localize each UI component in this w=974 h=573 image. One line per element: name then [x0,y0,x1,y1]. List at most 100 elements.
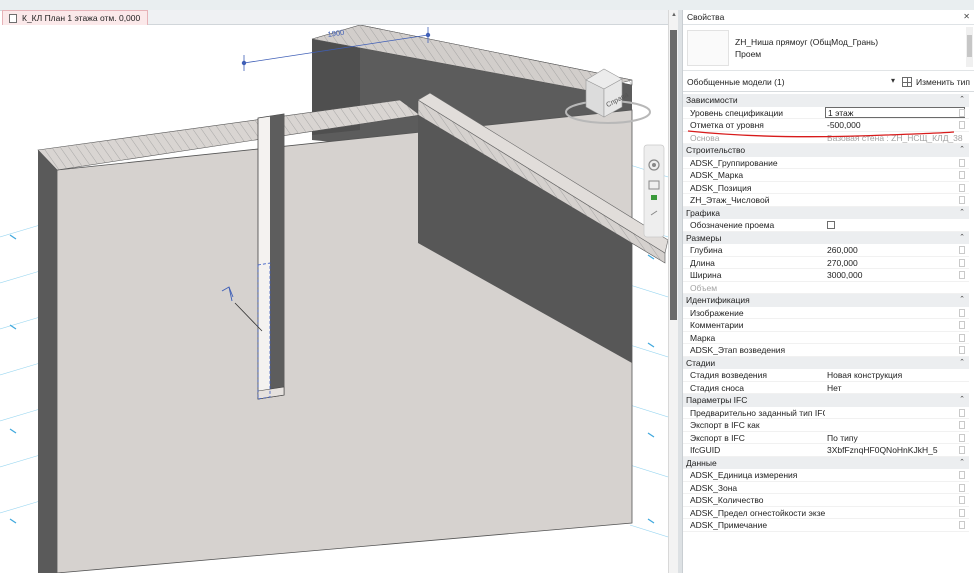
property-row[interactable]: Глубина 260,000 [683,244,969,257]
property-group[interactable]: Размеры ⌃ [683,231,969,245]
3d-model-canvas[interactable]: 1900 Справа [0,25,668,573]
associate-param-button[interactable] [959,308,965,317]
associate-param-button[interactable] [959,496,965,504]
associate-param-button[interactable] [959,246,965,254]
property-row[interactable]: Стадия возведения Новая конструкция [683,369,969,382]
property-row[interactable]: Обозначение проема [683,219,969,232]
property-row[interactable]: ADSK_Количество [683,494,969,507]
property-group[interactable]: Стадии ⌃ [683,356,969,370]
collapse-icon[interactable]: ⌃ [959,457,965,470]
property-group[interactable]: Строительство ⌃ [683,144,969,157]
type-selector[interactable]: ZH_Ниша прямоуг (ОбщМод_Грань) Проем [683,25,974,71]
property-row[interactable]: Стадия сноса Нет [683,382,969,395]
scroll-thumb[interactable] [670,30,677,320]
property-row[interactable]: Изображение [683,307,969,319]
associate-param-button[interactable] [959,196,965,204]
property-value[interactable]: 3XbfFznqHF0QNoHnKJkH_5 [827,444,963,457]
associate-param-button[interactable] [959,346,965,354]
viewport-scrollbar[interactable]: ▲ [668,10,678,573]
associate-param-button[interactable] [959,108,965,117]
associate-param-button[interactable] [959,408,965,417]
property-name: ADSK_Марка [690,170,744,180]
property-group[interactable]: Параметры IFC ⌃ [683,394,969,407]
property-row[interactable]: Объем [683,282,969,294]
associate-param-button[interactable] [959,433,965,442]
property-row[interactable]: Экспорт в IFC как [683,419,969,432]
property-value[interactable]: 3000,000 [827,269,963,282]
property-name: Стадия сноса [690,382,744,393]
property-row[interactable]: Марка [683,332,969,344]
property-value[interactable]: 260,000 [827,244,963,257]
close-icon[interactable]: ✕ [963,10,970,24]
edit-type-button[interactable]: Изменить тип [916,77,970,87]
property-row[interactable]: ADSK_Группирование [683,157,969,169]
collapse-icon[interactable]: ⌃ [959,357,965,370]
instance-selector[interactable]: Обобщенные модели (1) ▾ Изменить тип [683,73,974,92]
type-scrollbar[interactable] [966,27,973,67]
edit-type-icon[interactable] [902,77,912,87]
property-row[interactable]: Предварительно заданный тип IFC [683,407,969,419]
navigation-bar[interactable] [643,144,665,238]
associate-param-button[interactable] [959,321,965,329]
property-row[interactable]: Экспорт в IFC По типу [683,432,969,445]
property-value[interactable]: Нет [827,382,963,395]
property-row[interactable]: ADSK_Марка [683,169,969,182]
property-value[interactable]: Базовая стена : ZH_НСЩ_КЛД_380... [827,132,963,145]
scroll-up-icon[interactable]: ▲ [671,12,677,18]
collapse-icon[interactable]: ⌃ [959,394,965,407]
associate-param-button[interactable] [959,483,965,492]
associate-param-button[interactable] [959,121,965,129]
property-row[interactable]: Комментарии [683,319,969,332]
property-value[interactable]: По типу [827,432,963,445]
associate-param-button[interactable] [959,421,965,429]
property-name: Экспорт в IFC [690,432,745,443]
property-group[interactable]: Идентификация ⌃ [683,294,969,307]
view-tab[interactable]: К_КЛ План 1 этажа отм. 0,000 [2,10,148,25]
property-row[interactable]: Уровень спецификации 1 этаж [683,106,969,119]
property-row[interactable]: ADSK_Позиция [683,182,969,194]
property-row[interactable]: ZH_Этаж_Числовой [683,194,969,207]
property-row[interactable]: ADSK_Этап возведения [683,344,969,357]
property-name: ADSK_Этап возведения [690,345,786,355]
associate-param-button[interactable] [959,446,965,454]
property-group-name: Параметры IFC [686,395,748,405]
associate-param-button[interactable] [959,183,965,192]
property-row[interactable]: ADSK_Предел огнестойкости экзе... [683,507,969,519]
property-name: Изображение [690,307,744,318]
property-row[interactable]: Ширина 3000,000 [683,269,969,282]
collapse-icon[interactable]: ⌃ [959,144,965,157]
property-row[interactable]: Основа Базовая стена : ZH_НСЩ_КЛД_380... [683,132,969,145]
property-group[interactable]: Данные ⌃ [683,456,969,470]
collapse-icon[interactable]: ⌃ [959,232,965,245]
property-group[interactable]: Зависимости ⌃ [683,94,969,107]
property-row[interactable]: Длина 270,000 [683,257,969,270]
property-value[interactable]: Новая конструкция [827,369,963,382]
property-group-name: Графика [686,207,720,218]
associate-param-button[interactable] [959,258,965,267]
property-value[interactable]: -500,000 [827,119,963,132]
property-name: ADSK_Примечание [690,520,768,530]
property-value[interactable]: 1 этаж [825,106,965,118]
associate-param-button[interactable] [959,271,965,279]
associate-param-button[interactable] [959,158,965,167]
collapse-icon[interactable]: ⌃ [959,94,965,107]
associate-param-button[interactable] [959,171,965,179]
3d-viewport[interactable]: 1900 Справа [0,25,668,573]
property-name: Ширина [690,270,722,280]
associate-param-button[interactable] [959,521,965,529]
property-name: Отметка от уровня [690,120,764,130]
property-row[interactable]: ADSK_Зона [683,482,969,494]
property-checkbox[interactable] [827,221,835,229]
associate-param-button[interactable] [959,508,965,517]
chevron-down-icon[interactable]: ▾ [891,76,895,85]
collapse-icon[interactable]: ⌃ [959,294,965,307]
associate-param-button[interactable] [959,333,965,342]
property-group[interactable]: Графика ⌃ [683,206,969,220]
property-row[interactable]: Отметка от уровня -500,000 [683,119,969,132]
property-row[interactable]: ADSK_Примечание [683,519,969,532]
collapse-icon[interactable]: ⌃ [959,207,965,220]
property-row[interactable]: ADSK_Единица измерения [683,469,969,482]
associate-param-button[interactable] [959,471,965,479]
property-row[interactable]: IfcGUID 3XbfFznqHF0QNoHnKJkH_5 [683,444,969,457]
property-value[interactable]: 270,000 [827,257,963,270]
